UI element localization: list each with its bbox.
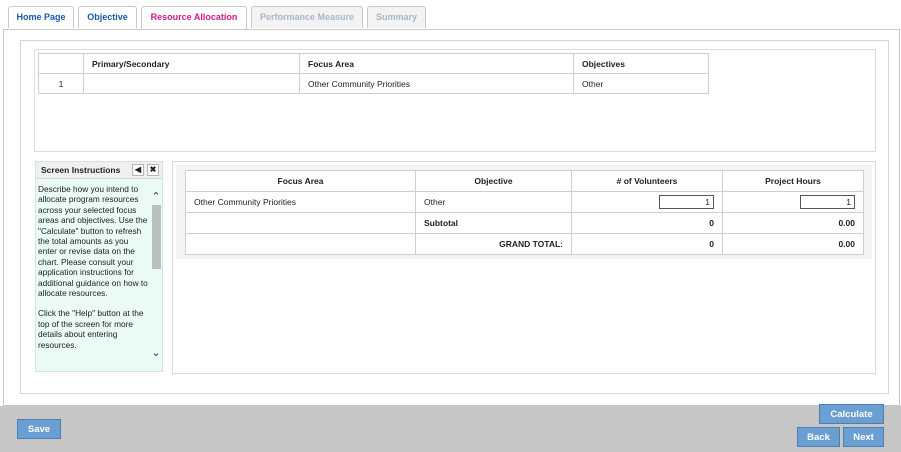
grand-total-row: GRAND TOTAL: 0 0.00: [185, 233, 864, 255]
subtotal-volunteers: 0: [571, 212, 723, 234]
volunteers-input[interactable]: 1: [659, 195, 714, 209]
row-number: 1: [38, 73, 84, 94]
column-header-volunteers: # of Volunteers: [571, 170, 723, 192]
tab-objective[interactable]: Objective: [78, 6, 137, 28]
chevron-down-icon[interactable]: ⌄: [150, 348, 162, 360]
instructions-header: Screen Instructions ◀ ✖: [36, 162, 162, 179]
row-focus-area: Other Community Priorities: [185, 191, 416, 213]
table-row: Other Community Priorities Other 1 1: [185, 191, 864, 213]
grand-total-hours: 0.00: [722, 233, 864, 255]
row-objective: Other: [415, 191, 572, 213]
subtotal-row: Subtotal 0 0.00: [185, 212, 864, 234]
content-panel: Primary/Secondary Focus Area Objectives …: [20, 40, 889, 394]
chevron-up-icon[interactable]: ⌃: [150, 192, 162, 204]
calculate-button[interactable]: Calculate: [819, 404, 884, 424]
main-frame: Primary/Secondary Focus Area Objectives …: [3, 29, 900, 406]
save-button[interactable]: Save: [17, 419, 61, 439]
tab-resource-allocation[interactable]: Resource Allocation: [141, 6, 247, 30]
focus-area-panel: Primary/Secondary Focus Area Objectives …: [34, 49, 876, 152]
grand-total-volunteers: 0: [571, 233, 723, 255]
close-icon[interactable]: ✖: [147, 164, 159, 176]
column-header-objective: Objective: [415, 170, 572, 192]
project-hours-cell: 1: [722, 191, 864, 213]
resource-grid: Focus Area Objective # of Volunteers Pro…: [176, 165, 872, 259]
row-objective: Other: [573, 73, 709, 94]
screen-instructions-panel: Screen Instructions ◀ ✖ Describe how you…: [35, 161, 163, 372]
tab-performance-measure[interactable]: Performance Measure: [251, 6, 363, 28]
tab-home-page[interactable]: Home Page: [8, 6, 74, 28]
table-header-row: Primary/Secondary Focus Area Objectives: [38, 53, 709, 74]
row-primary-secondary: [83, 73, 300, 94]
column-header-focus-area: Focus Area: [185, 170, 416, 192]
column-header-number: [38, 53, 84, 74]
project-hours-input[interactable]: 1: [800, 195, 855, 209]
column-header-project-hours: Project Hours: [722, 170, 864, 192]
bottom-toolbar: Save Calculate Back Next: [0, 404, 901, 452]
grand-total-blank: [185, 233, 416, 255]
subtotal-label: Subtotal: [415, 212, 572, 234]
instructions-title: Screen Instructions: [41, 165, 121, 175]
instructions-text: Describe how you intend to allocate prog…: [38, 184, 149, 360]
focus-area-table: Primary/Secondary Focus Area Objectives …: [38, 53, 709, 94]
instructions-paragraph: Click the "Help" button at the top of th…: [38, 308, 144, 350]
table-row[interactable]: 1 Other Community Priorities Other: [38, 73, 709, 94]
column-header-focus-area: Focus Area: [299, 53, 574, 74]
grand-total-label: GRAND TOTAL:: [415, 233, 572, 255]
chevron-left-icon[interactable]: ◀: [132, 164, 144, 176]
tab-bar: Home Page Objective Resource Allocation …: [0, 0, 901, 30]
subtotal-hours: 0.00: [722, 212, 864, 234]
back-button[interactable]: Back: [797, 427, 840, 447]
resource-allocation-panel: Focus Area Objective # of Volunteers Pro…: [172, 161, 876, 374]
column-header-primary-secondary: Primary/Secondary: [83, 53, 300, 74]
instructions-scrollbar[interactable]: ⌃ ⌄: [150, 180, 162, 372]
next-button[interactable]: Next: [843, 427, 884, 447]
table-header-row: Focus Area Objective # of Volunteers Pro…: [185, 170, 864, 192]
column-header-objectives: Objectives: [573, 53, 709, 74]
volunteers-cell: 1: [571, 191, 723, 213]
tab-summary[interactable]: Summary: [367, 6, 426, 28]
subtotal-blank: [185, 212, 416, 234]
row-focus-area: Other Community Priorities: [299, 73, 574, 94]
scrollbar-thumb[interactable]: [152, 205, 161, 269]
resource-allocation-table: Focus Area Objective # of Volunteers Pro…: [185, 170, 864, 255]
instructions-paragraph: Describe how you intend to allocate prog…: [38, 184, 148, 299]
